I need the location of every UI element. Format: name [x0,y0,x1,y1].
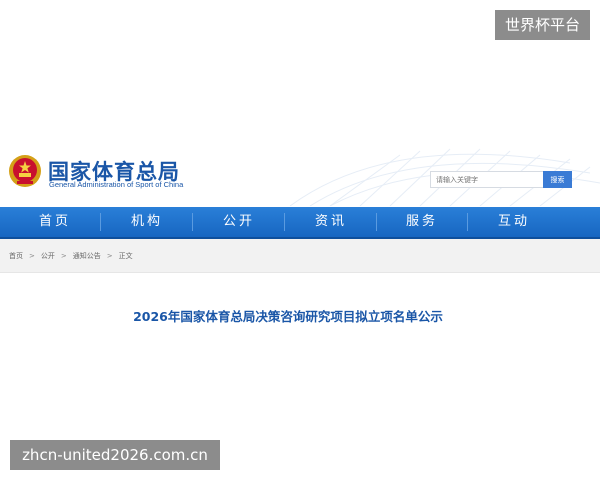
breadcrumb-separator: > [106,252,113,260]
nav-divider [284,213,285,231]
breadcrumb-home[interactable]: 首页 [9,252,23,260]
nav-divider [100,213,101,231]
nav-item-interaction[interactable]: 互动 [469,207,559,237]
nav-item-public[interactable]: 公开 [194,207,284,237]
breadcrumb-separator: > [60,252,67,260]
nav-divider [192,213,193,231]
nav-item-home[interactable]: 首页 [10,207,100,237]
breadcrumb-separator: > [29,252,35,260]
nav-item-organization[interactable]: 机构 [102,207,192,237]
national-emblem-icon [9,155,41,187]
site-subtitle: General Administration of Sport of China [49,180,184,189]
main-nav: 首页 机构 公开 资讯 服务 互动 [0,207,600,239]
nav-divider [467,213,468,231]
breadcrumb: 首页 > 公开 > 通知公告 > 正文 [9,251,133,261]
search-button[interactable]: 搜索 [543,171,572,188]
article-title: 2026年国家体育总局决策咨询研究项目拟立项名单公示 [133,309,443,324]
breadcrumb-notices[interactable]: 通知公告 [73,252,101,260]
nav-item-news[interactable]: 资讯 [286,207,376,237]
breadcrumb-bar: 首页 > 公开 > 通知公告 > 正文 [0,239,600,273]
nav-item-services[interactable]: 服务 [377,207,467,237]
breadcrumb-current: 正文 [118,252,133,260]
site-header: 国家体育总局 General Administration of Sport o… [0,143,600,206]
search-input[interactable] [430,171,545,188]
breadcrumb-public[interactable]: 公开 [41,252,55,260]
watermark-top: 世界杯平台 [494,10,590,40]
watermark-bottom: zhcn-united2026.com.cn [10,440,220,470]
